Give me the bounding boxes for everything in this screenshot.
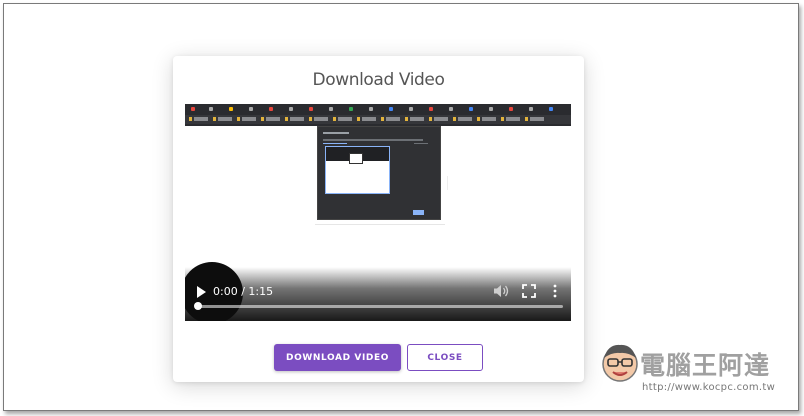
video-player[interactable]: 0:00 / 1:15 [185,104,571,321]
site-watermark: 電腦王阿達 http://www.kocpc.com.tw [596,340,792,398]
close-button[interactable]: CLOSE [407,344,483,371]
volume-icon[interactable] [493,284,509,298]
progress-scrubber[interactable] [194,302,202,310]
watermark-url: http://www.kocpc.com.tw [642,382,776,393]
dialog-title: Download Video [312,70,445,90]
play-button[interactable] [197,286,206,298]
playback-time: 0:00 / 1:15 [213,285,274,298]
watermark-name: 電腦王阿達 [640,351,771,380]
video-frame-tabs [185,104,571,113]
video-frame-thumbnail [325,146,390,194]
more-options-icon[interactable] [551,284,559,298]
fullscreen-icon[interactable] [522,284,536,298]
video-frame-inner-dialog [317,126,441,220]
download-video-dialog: Download Video 0:00 / 1:15 DOWNLOAD VIDE… [173,56,584,382]
download-video-button[interactable]: DOWNLOAD VIDEO [274,344,401,371]
video-frame-browser-bar [185,104,571,126]
video-frame-bookmarks [185,115,571,124]
progress-bar[interactable] [197,305,563,308]
screenshot-frame: Download Video 0:00 / 1:15 DOWNLOAD VIDE… [3,3,799,411]
mascot-face-icon [602,344,638,382]
